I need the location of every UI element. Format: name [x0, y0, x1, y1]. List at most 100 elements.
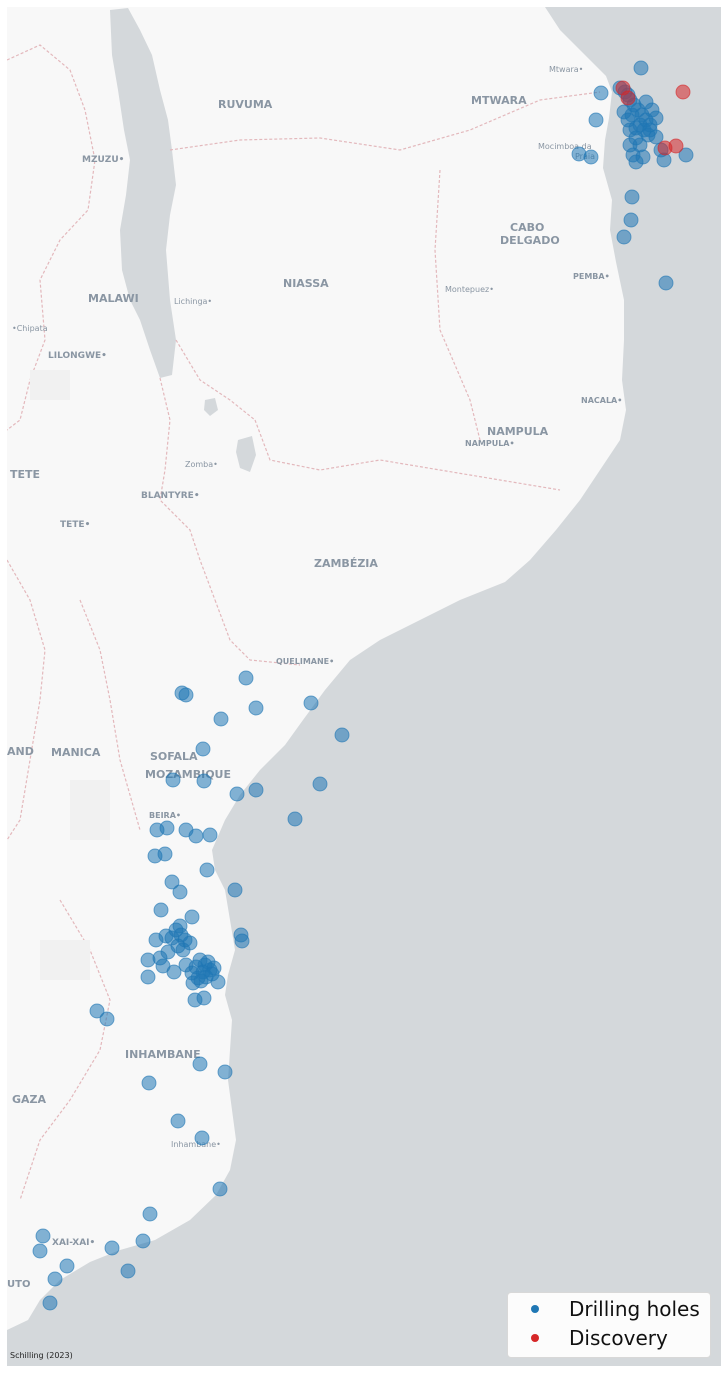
drilling-hole-marker[interactable] — [59, 1258, 75, 1274]
drilling-hole-marker[interactable] — [624, 189, 640, 205]
drilling-hole-marker[interactable] — [188, 828, 204, 844]
drilling-hole-marker[interactable] — [588, 112, 604, 128]
drilling-hole-marker[interactable] — [104, 1240, 120, 1256]
map-label-mtwara-region: MTWARA — [471, 94, 527, 107]
drilling-hole-marker[interactable] — [135, 1233, 151, 1249]
drilling-hole-marker[interactable] — [334, 727, 350, 743]
drilling-hole-marker[interactable] — [172, 884, 188, 900]
drilling-hole-marker[interactable] — [192, 1056, 208, 1072]
attribution: Schilling (2023) — [10, 1351, 73, 1360]
drilling-hole-marker[interactable] — [141, 1075, 157, 1091]
map-label-tete-region: TETE — [10, 468, 40, 481]
drilling-hole-marker[interactable] — [147, 848, 163, 864]
map-label-lilongwe: LILONGWE• — [48, 351, 107, 361]
map-label-uto: UTO — [7, 1279, 30, 1290]
drilling-hole-marker[interactable] — [202, 827, 218, 843]
drilling-hole-marker[interactable] — [140, 969, 156, 985]
map-label-xai-xai: XAI-XAI• — [52, 1238, 95, 1248]
discovery-marker[interactable] — [620, 90, 636, 106]
drilling-hole-marker[interactable] — [623, 212, 639, 228]
drilling-hole-marker[interactable] — [184, 909, 200, 925]
drilling-hole-marker[interactable] — [195, 741, 211, 757]
map-label-malawi: MALAWI — [88, 292, 139, 305]
drilling-hole-marker[interactable] — [238, 670, 254, 686]
map-label-cabo: CABO — [510, 221, 544, 234]
drilling-hole-marker[interactable] — [35, 1228, 51, 1244]
map-label-mtwara-city: Mtwara• — [549, 65, 583, 74]
map-label-gaza: GAZA — [12, 1093, 47, 1106]
drilling-hole-marker[interactable] — [213, 711, 229, 727]
map-label-sofala: SOFALA — [150, 750, 198, 763]
drilling-hole-marker[interactable] — [165, 772, 181, 788]
drilling-hole-marker[interactable] — [185, 975, 201, 991]
map-label-quelimane: QUELIMANE• — [276, 657, 334, 666]
map-label-nampula-region: NAMPULA — [487, 425, 549, 438]
drilling-hole-marker[interactable] — [227, 882, 243, 898]
discovery-marker[interactable] — [675, 84, 691, 100]
map-label-lichinga: Lichinga• — [174, 297, 212, 306]
legend-item-drilling: Drilling holes — [508, 1295, 700, 1323]
drilling-hole-marker[interactable] — [229, 786, 245, 802]
drilling-hole-marker[interactable] — [47, 1271, 63, 1287]
drilling-hole-marker[interactable] — [622, 137, 638, 153]
drilling-hole-marker[interactable] — [658, 275, 674, 291]
map-label-mozambique: MOZAMBIQUE — [145, 768, 231, 781]
drilling-hole-marker[interactable] — [248, 782, 264, 798]
drilling-hole-marker[interactable] — [312, 776, 328, 792]
map-label-mzuzu: MZUZU• — [82, 155, 124, 165]
drilling-hole-marker[interactable] — [217, 1064, 233, 1080]
map-label-chipata: •Chipata — [12, 324, 48, 333]
drilling-hole-marker[interactable] — [633, 60, 649, 76]
drilling-hole-marker[interactable] — [287, 811, 303, 827]
map-canvas[interactable]: RUVUMA MTWARA MZUZU• CABO DELGADO NIASSA MALAW… — [7, 7, 721, 1366]
drilling-hole-marker[interactable] — [142, 1206, 158, 1222]
drilling-hole-marker[interactable] — [212, 1181, 228, 1197]
drilling-hole-marker[interactable] — [628, 120, 644, 136]
drilling-hole-marker[interactable] — [196, 773, 212, 789]
drilling-marker-icon — [531, 1305, 539, 1313]
drilling-hole-marker[interactable] — [194, 1130, 210, 1146]
drilling-hole-marker[interactable] — [99, 1011, 115, 1027]
map-label-ruvuma: RUVUMA — [218, 98, 273, 111]
drilling-hole-marker[interactable] — [593, 85, 609, 101]
drilling-hole-marker[interactable] — [178, 687, 194, 703]
drilling-hole-marker[interactable] — [196, 990, 212, 1006]
drilling-hole-marker[interactable] — [172, 918, 188, 934]
legend-item-discovery: Discovery — [508, 1324, 668, 1352]
map-label-pemba: PEMBA• — [573, 272, 610, 281]
map-label-zomba: Zomba• — [185, 460, 218, 469]
drilling-hole-marker[interactable] — [42, 1295, 58, 1311]
drilling-hole-marker[interactable] — [170, 1113, 186, 1129]
legend-label-discovery: Discovery — [569, 1326, 668, 1350]
drilling-hole-marker[interactable] — [155, 958, 171, 974]
map-label-beira: BEIRA• — [149, 811, 181, 820]
drilling-hole-marker[interactable] — [638, 94, 654, 110]
legend-label-drilling: Drilling holes — [569, 1297, 700, 1321]
map-basemap: RUVUMA MTWARA MZUZU• CABODELGADO NIASSA MALAW… — [7, 7, 721, 1366]
discovery-marker[interactable] — [657, 140, 673, 156]
map-label-nacala: NACALA• — [581, 396, 622, 405]
drilling-hole-marker[interactable] — [153, 902, 169, 918]
drilling-hole-marker[interactable] — [616, 229, 632, 245]
map-label-inhambane-region: INHAMBANE — [125, 1048, 201, 1061]
drilling-hole-marker[interactable] — [248, 700, 264, 716]
drilling-hole-marker[interactable] — [583, 149, 599, 165]
map-label-delgado: DELGADO — [500, 234, 560, 247]
drilling-hole-marker[interactable] — [32, 1243, 48, 1259]
discovery-marker-icon — [531, 1334, 539, 1342]
drilling-hole-marker[interactable] — [635, 149, 651, 165]
drilling-hole-marker[interactable] — [210, 974, 226, 990]
drilling-hole-marker[interactable] — [149, 822, 165, 838]
drilling-hole-marker[interactable] — [120, 1263, 136, 1279]
map-label-blantyre: BLANTYRE• — [141, 491, 200, 501]
map-label-montepuez: Montepuez• — [445, 285, 494, 294]
drilling-hole-marker[interactable] — [234, 933, 250, 949]
legend: Drilling holes Discovery — [507, 1292, 711, 1358]
map-label-zambezia: ZAMBÉZIA — [314, 557, 378, 570]
drilling-hole-marker[interactable] — [175, 942, 191, 958]
map-label-manica: MANICA — [51, 746, 101, 759]
drilling-hole-marker[interactable] — [158, 928, 174, 944]
map-label-nampula-city: NAMPULA• — [465, 439, 515, 448]
drilling-hole-marker[interactable] — [199, 862, 215, 878]
drilling-hole-marker[interactable] — [303, 695, 319, 711]
